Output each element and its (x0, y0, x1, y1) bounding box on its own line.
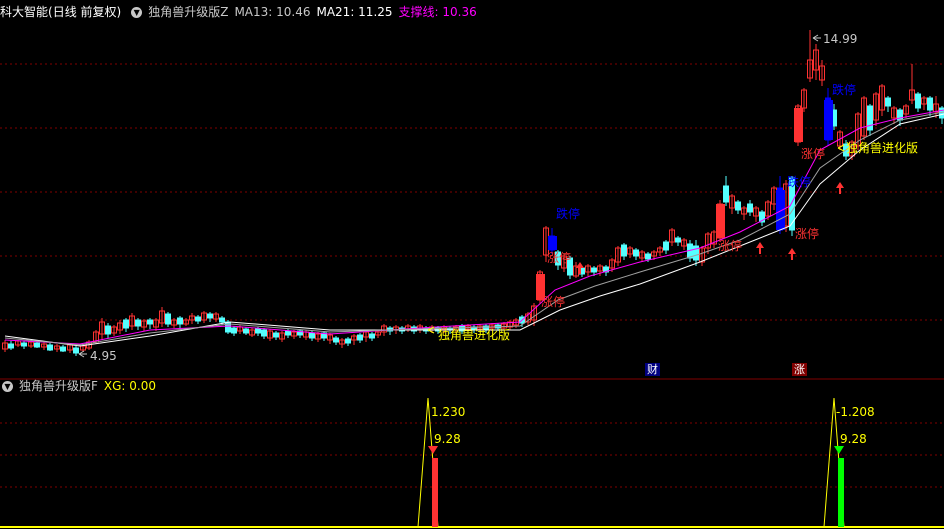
candle-body (21, 342, 27, 347)
candle-body (8, 343, 14, 349)
limit-up-label: 涨停 (718, 238, 742, 253)
candlestick-chart[interactable]: 跌停涨停涨停涨停跌停跌停涨停涨停独角兽进化版独角兽进化版14.994.951.2… (0, 0, 944, 529)
candle-body (915, 93, 921, 109)
signal-label: 独角兽进化版 (846, 141, 918, 155)
up-arrow-icon (788, 248, 796, 260)
limit-tag[interactable]: 涨 (792, 363, 807, 376)
candle-body (675, 237, 681, 243)
candle-body (147, 319, 153, 325)
limit-candle (824, 100, 833, 140)
candle-body (591, 267, 597, 273)
candle-body (73, 347, 79, 354)
candle-body (333, 337, 339, 343)
limit-down-label: 跌停 (556, 206, 580, 221)
candle-body (225, 321, 231, 333)
candle-body (34, 342, 40, 348)
high-price-label: 14.99 (823, 32, 857, 46)
candle-body (207, 313, 213, 319)
up-arrow-icon (836, 182, 844, 194)
candle-body (309, 332, 315, 339)
high-pointer-icon (812, 34, 821, 42)
up-arrow-icon (756, 242, 764, 254)
candle-body (885, 97, 891, 107)
signal-bar-green (838, 458, 844, 527)
limit-up-label: 涨停 (547, 250, 571, 265)
candle-body (60, 346, 66, 352)
candle-body (219, 317, 225, 323)
signal-bar-red (432, 458, 438, 527)
candle-body (285, 330, 291, 336)
limit-up-label: 涨停 (795, 226, 819, 241)
candle-body (273, 332, 279, 338)
candle-body (927, 97, 933, 111)
limit-candle (794, 108, 803, 142)
candle-body (261, 329, 267, 337)
candle-body (135, 319, 141, 327)
candle-body (345, 338, 351, 344)
candle-body (369, 333, 375, 339)
candle-body (195, 316, 201, 322)
candle-body (105, 325, 111, 335)
sub-peak-label: 1.230 (431, 405, 465, 419)
limit-candle (716, 204, 725, 238)
sub-peak-label: -1.208 (836, 405, 875, 419)
finance-tag[interactable]: 财 (645, 363, 660, 376)
low-price-label: 4.95 (90, 349, 117, 363)
limit-down-label: 跌停 (832, 82, 856, 97)
diamond-icon (834, 446, 844, 454)
candle-body (621, 244, 627, 257)
candle-body (723, 185, 729, 203)
candle-body (747, 203, 753, 213)
limit-candle (776, 190, 785, 230)
limit-up-label: 涨停 (541, 294, 565, 309)
diamond-icon (428, 446, 438, 454)
candle-body (735, 201, 741, 211)
limit-up-label: 涨停 (801, 146, 825, 161)
signal-label: 独角兽进化版 (438, 328, 510, 342)
candle-body (231, 327, 237, 334)
sub-value-label: 9.28 (434, 432, 461, 446)
candle-body (645, 253, 651, 260)
candle-body (243, 328, 249, 334)
candle-body (255, 328, 261, 334)
sub-value-label: 9.28 (840, 432, 867, 446)
candle-body (663, 241, 669, 251)
candle-body (177, 317, 183, 325)
candle-body (633, 249, 639, 257)
limit-candle (548, 236, 557, 250)
candle-body (123, 319, 129, 329)
low-pointer-icon (78, 350, 87, 358)
candle-body (47, 344, 53, 351)
candle-body (357, 334, 363, 341)
candle-body (165, 313, 171, 325)
limit-down-label: 跌停 (787, 174, 811, 189)
